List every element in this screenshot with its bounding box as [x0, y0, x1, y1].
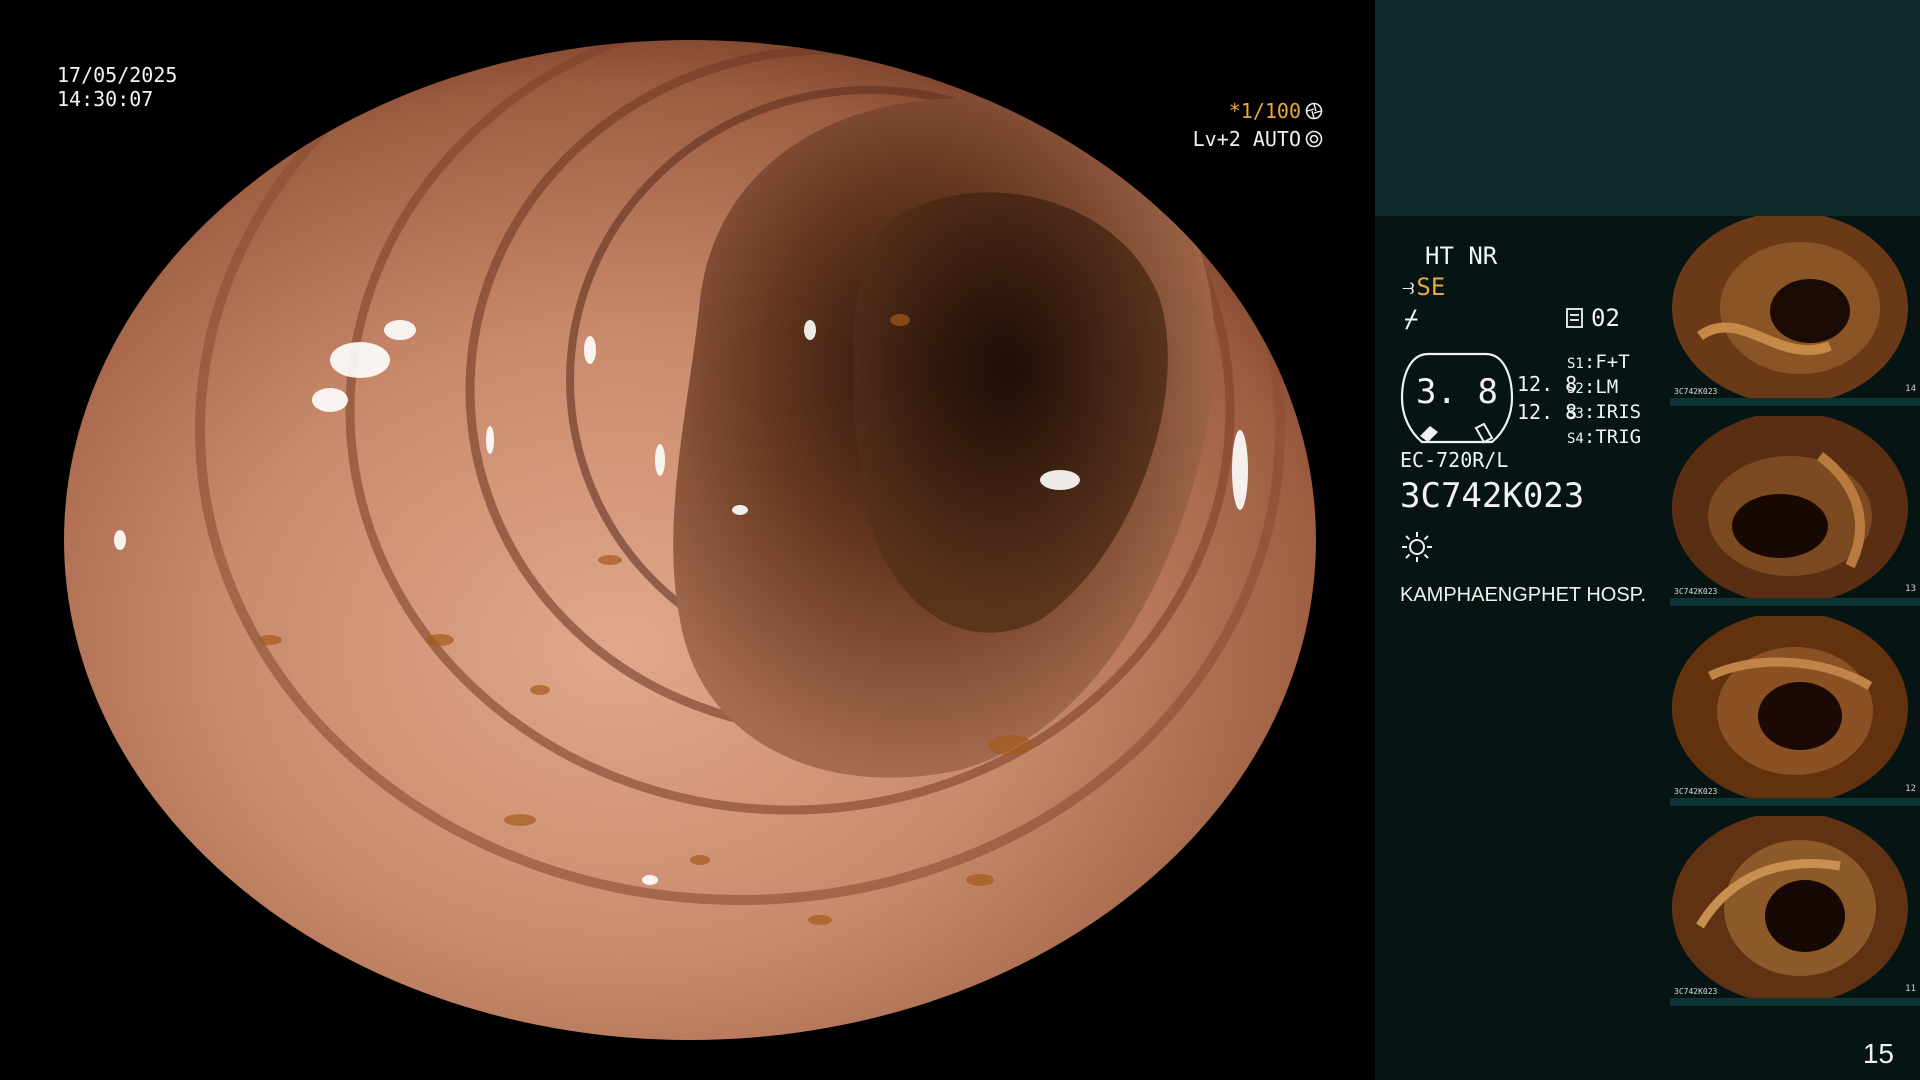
memory-doc-icon [1566, 308, 1583, 328]
enhance-mode-text: SE [1416, 273, 1446, 301]
switch-row-s4: S4:TRIG [1567, 426, 1642, 448]
shutter-text: *1/100 [1228, 99, 1301, 123]
shutter-indicator: *1/100 [1229, 99, 1323, 123]
endoscope-image [0, 0, 1375, 1080]
info-panel-header [1375, 0, 1920, 216]
memory-indicator: 02 [1566, 304, 1620, 332]
thumbnail-14[interactable]: 3C742K023 14 [1670, 216, 1920, 406]
structure-enhance-row: ⥽ SE [1402, 273, 1445, 301]
thumbnail-12[interactable]: 3C742K023 12 [1670, 616, 1920, 806]
time-text: 14:30:07 [57, 87, 154, 111]
thumbnail-serial: 3C742K023 [1674, 587, 1718, 596]
thumbnail-number: 11 [1905, 984, 1916, 994]
thumbnail-number: 13 [1905, 584, 1916, 594]
gauge-marker-left [1420, 426, 1438, 442]
memory-text: 02 [1591, 304, 1620, 332]
mode-label: HT NR [1425, 242, 1498, 270]
structure-enhance-icon: ⥽ [1402, 274, 1415, 300]
thumbnail-13[interactable]: 3C742K023 13 [1670, 416, 1920, 606]
thumbnail-serial: 3C742K023 [1674, 787, 1718, 796]
color-enhance-icon: ⌿ [1404, 305, 1419, 333]
thumbnail-serial: 3C742K023 [1674, 387, 1718, 396]
scope-model: EC-720R/L [1400, 448, 1509, 472]
thumbnail-number: 12 [1905, 784, 1916, 794]
date-text: 17/05/2025 [57, 63, 178, 87]
thumbnail-serial: 3C742K023 [1674, 987, 1718, 996]
aperture-icon [1305, 102, 1323, 120]
gauge-marker-right [1474, 422, 1494, 444]
switch-row-s1: S1:F+T [1567, 351, 1630, 373]
scope-serial: 3C742K023 [1400, 476, 1585, 516]
thumbnail-11[interactable]: 3C742K023 11 [1670, 816, 1920, 1006]
datetime-display: 17/05/2025 14:30:07 [57, 63, 177, 111]
switch-row-s3: S3:IRIS [1567, 401, 1642, 423]
iris-icon [1305, 130, 1323, 148]
hospital-name: KAMPHAENGPHET HOSP. [1400, 584, 1646, 606]
iris-level-indicator: Lv+2 AUTO [1193, 127, 1323, 151]
switch-row-s2: S2:LM [1567, 376, 1619, 398]
gauge-value: 3. 8 [1416, 372, 1498, 412]
light-source-icon [1402, 532, 1432, 562]
level-text: Lv+2 AUTO [1192, 127, 1301, 151]
thumbnail-number: 14 [1905, 384, 1916, 394]
page-number: 15 [1862, 1038, 1894, 1069]
